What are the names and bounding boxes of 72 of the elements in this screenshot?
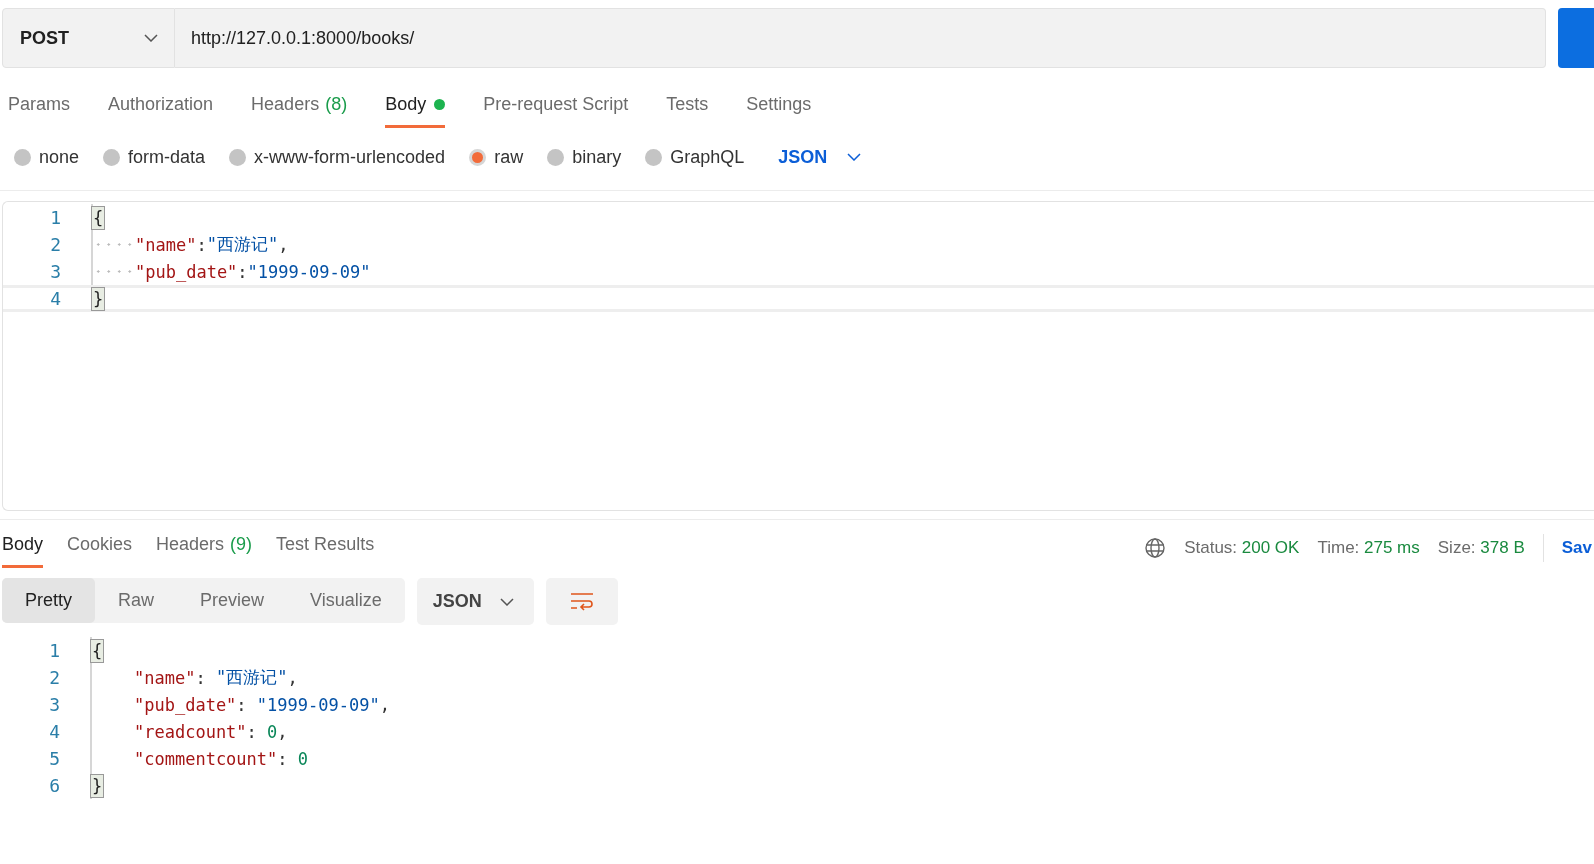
json-key: "name" — [134, 667, 196, 688]
save-response-link[interactable]: Sav — [1561, 538, 1592, 558]
url-field[interactable]: http://127.0.0.1:8000/books/ — [175, 8, 1546, 68]
line-number: 2 — [48, 667, 61, 688]
json-punct: , — [379, 694, 390, 715]
json-string: "西游记" — [206, 233, 279, 256]
json-number: 0 — [297, 748, 309, 769]
json-key: "pub_date" — [134, 694, 237, 715]
json-key: "pub_date" — [135, 261, 238, 282]
request-tab[interactable]: Headers (8) — [251, 68, 348, 128]
json-punct: : — [246, 721, 258, 742]
json-punct: : — [196, 234, 207, 255]
json-string: "西游记" — [215, 666, 288, 689]
json-punct: , — [278, 234, 289, 255]
view-mode-tab[interactable]: Raw — [95, 578, 178, 623]
response-tab[interactable]: Cookies — [67, 520, 133, 568]
bracket-match: } — [90, 773, 105, 798]
response-tab[interactable]: Test Results — [276, 520, 375, 568]
request-tab[interactable]: Settings — [746, 68, 812, 128]
line-number: 1 — [48, 640, 61, 661]
line-number: 3 — [49, 261, 62, 282]
json-key: "name" — [135, 234, 197, 255]
bracket-match: { — [91, 205, 106, 230]
line-number: 2 — [49, 234, 62, 255]
response-tab[interactable]: Body — [2, 520, 44, 568]
chevron-down-icon — [847, 153, 862, 161]
line-number: 5 — [48, 748, 61, 769]
body-type-radio[interactable]: form-data — [103, 146, 206, 168]
json-punct: : — [277, 748, 289, 769]
body-type-radio[interactable]: raw — [469, 146, 524, 168]
wrap-lines-icon — [569, 591, 594, 612]
line-number: 6 — [48, 775, 61, 796]
format-dropdown[interactable]: JSON — [772, 145, 868, 169]
request-tab[interactable]: Authorization — [108, 68, 214, 128]
json-key: "commentcount" — [134, 748, 278, 769]
chevron-down-icon — [499, 597, 514, 606]
json-punct: : — [236, 694, 248, 715]
bracket-match: } — [91, 286, 106, 311]
response-stat: Size: 378 B — [1437, 538, 1525, 558]
response-stat: Time: 275 ms — [1317, 538, 1420, 558]
line-number: 4 — [49, 288, 62, 309]
json-punct: : — [195, 667, 207, 688]
line-number: 1 — [49, 207, 62, 228]
request-tab[interactable]: Params — [8, 68, 70, 128]
view-mode-tab[interactable]: Preview — [177, 578, 288, 623]
view-mode-tab[interactable]: Visualize — [287, 578, 405, 623]
request-tab[interactable]: Tests — [666, 68, 709, 128]
json-punct: : — [237, 261, 248, 282]
request-tab[interactable]: Pre-request Script — [483, 68, 629, 128]
method-dropdown[interactable]: POST — [2, 8, 175, 68]
request-tab[interactable]: Body — [385, 68, 446, 128]
body-type-radio[interactable]: binary — [547, 146, 622, 168]
body-type-radio[interactable]: x-www-form-urlencoded — [229, 146, 446, 168]
line-number: 4 — [48, 721, 61, 742]
format-dropdown[interactable]: JSON — [416, 578, 534, 625]
bracket-match: { — [90, 638, 105, 663]
view-mode-tab[interactable]: Pretty — [2, 578, 95, 623]
json-punct: , — [277, 721, 288, 742]
json-number: 0 — [267, 721, 278, 742]
body-type-radio[interactable]: GraphQL — [645, 146, 745, 168]
globe-icon[interactable] — [1144, 537, 1167, 559]
json-string: "1999-09-09" — [256, 694, 380, 715]
chevron-down-icon — [144, 34, 158, 42]
wrap-lines-button[interactable] — [545, 578, 618, 625]
code-editor[interactable]: 1 { 2 "name":"西游记", 3 "pub_date":"1999-09-09" 4 } — [2, 201, 1594, 511]
body-type-radio[interactable]: none — [14, 146, 80, 168]
json-punct: , — [287, 667, 298, 688]
line-number: 3 — [48, 694, 61, 715]
json-string: "1999-09-09" — [247, 261, 371, 282]
response-tab[interactable]: Headers (9) — [156, 520, 253, 568]
json-key: "readcount" — [134, 721, 247, 742]
response-stat: Status: 200 OK — [1184, 538, 1300, 558]
